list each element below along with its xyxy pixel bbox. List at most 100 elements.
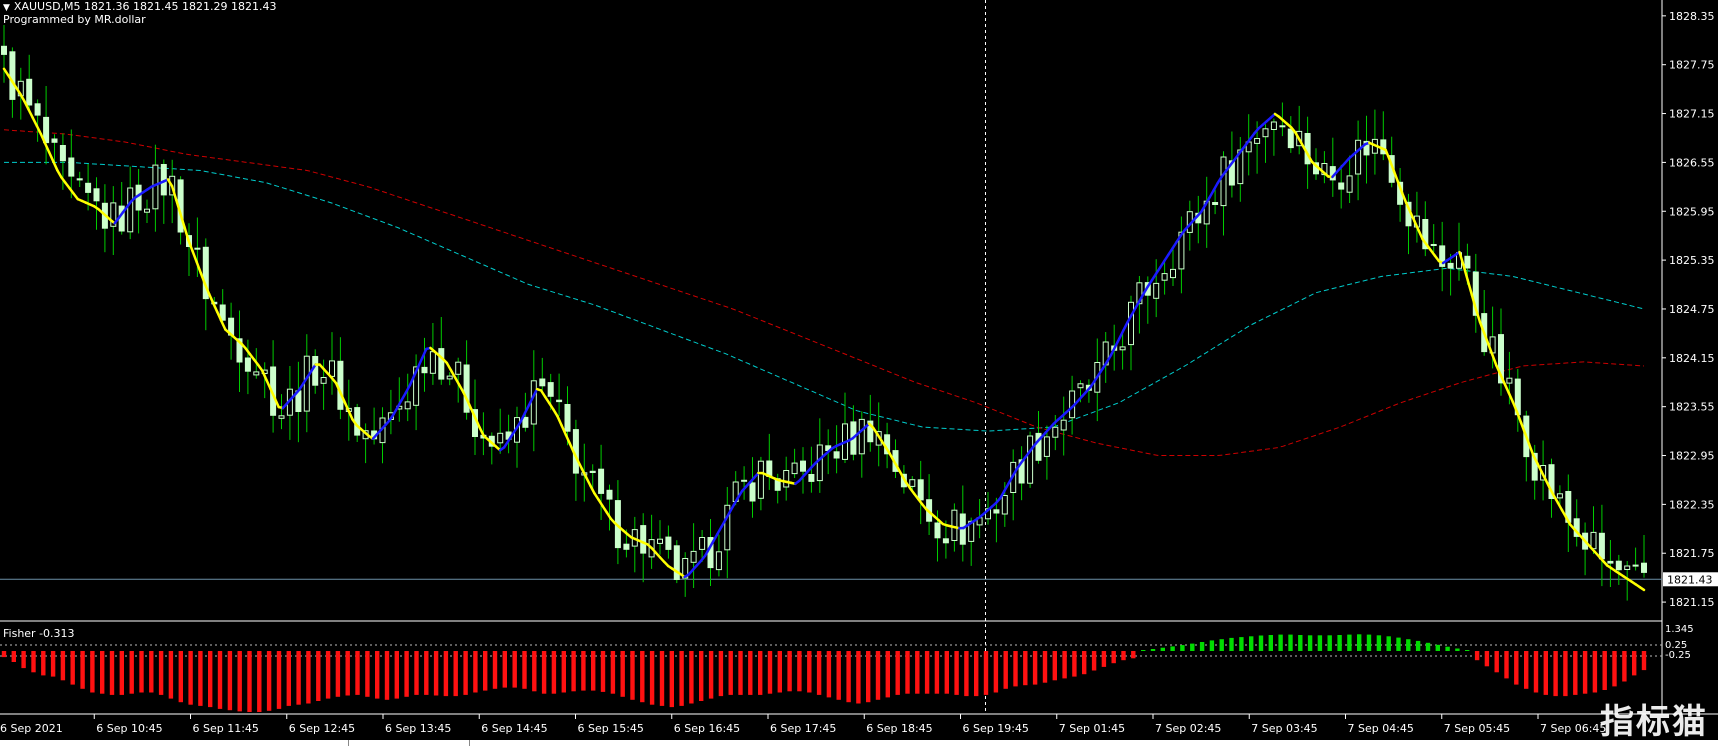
fisher-bar-negative bbox=[1543, 651, 1548, 695]
fisher-bar-negative bbox=[1602, 651, 1607, 690]
signal-down-segment bbox=[1384, 148, 1392, 162]
fisher-bar-negative bbox=[1573, 651, 1578, 695]
bear-candle bbox=[556, 399, 563, 403]
bull-candle bbox=[253, 371, 260, 376]
signal-down-segment bbox=[457, 383, 465, 394]
fisher-bar-negative bbox=[541, 651, 547, 694]
fisher-bar-negative bbox=[1032, 651, 1038, 685]
fisher-bar-positive bbox=[1258, 635, 1264, 651]
bear-candle bbox=[34, 103, 41, 116]
bull-candle bbox=[1220, 156, 1227, 207]
bear-candle bbox=[640, 525, 647, 554]
bull-candle bbox=[127, 187, 134, 233]
bull-candle bbox=[1346, 175, 1353, 193]
signal-down-segment bbox=[1466, 278, 1474, 296]
chart-tab[interactable] bbox=[348, 740, 470, 746]
fisher-bar-positive bbox=[1445, 646, 1450, 651]
bull-candle bbox=[1270, 121, 1277, 130]
fisher-bar-negative bbox=[70, 651, 75, 685]
bear-candle bbox=[1641, 562, 1647, 573]
fisher-bar-negative bbox=[355, 651, 360, 695]
fisher-bar-positive bbox=[1337, 635, 1342, 651]
time-tick-label: 6 Sep 17:45 bbox=[770, 722, 836, 735]
price-tick-label: 1827.75 bbox=[1669, 59, 1715, 72]
fisher-bar-negative bbox=[1514, 651, 1519, 685]
fisher-bar-negative bbox=[1121, 651, 1126, 661]
fisher-bar-negative bbox=[679, 651, 684, 706]
bear-candle bbox=[244, 357, 251, 372]
fisher-bar-negative bbox=[1524, 651, 1529, 689]
fisher-bar-negative bbox=[286, 651, 291, 706]
fisher-bar-negative bbox=[168, 651, 174, 699]
fisher-bar-negative bbox=[689, 651, 694, 704]
time-tick-label: 6 Sep 11:45 bbox=[193, 722, 259, 735]
signal-line bbox=[2, 67, 1646, 592]
fisher-bar-negative bbox=[905, 651, 910, 694]
fisher-bar-positive bbox=[1170, 646, 1175, 651]
fisher-bar-negative bbox=[80, 651, 85, 689]
signal-down-segment bbox=[207, 292, 215, 305]
signal-down-segment bbox=[1638, 585, 1646, 592]
fisher-bar-negative bbox=[394, 651, 399, 699]
bull-candle bbox=[144, 208, 150, 213]
bull-candle bbox=[1556, 493, 1563, 499]
fisher-bar-negative bbox=[139, 651, 144, 693]
fisher-bar-negative bbox=[826, 651, 832, 698]
bear-candle bbox=[564, 404, 571, 432]
fisher-bar-negative bbox=[227, 651, 233, 711]
price-chart[interactable]: 1821.43 1828.35 1827.75 1827.15 1826.55 1825.… bbox=[0, 0, 1718, 746]
signal-down-segment bbox=[47, 150, 55, 163]
fisher-bar-negative bbox=[836, 651, 841, 700]
fisher-bar-negative bbox=[345, 651, 350, 696]
fisher-bar-negative bbox=[158, 651, 164, 695]
bear-candle bbox=[421, 366, 428, 374]
bear-candle bbox=[1464, 255, 1471, 269]
bull-candle bbox=[791, 462, 798, 475]
fisher-bar-negative bbox=[551, 651, 557, 694]
fisher-bar-positive bbox=[1190, 643, 1195, 651]
fisher-bar-negative bbox=[1082, 651, 1087, 675]
fisher-bar-negative bbox=[463, 651, 468, 695]
signal-up-segment bbox=[1122, 321, 1129, 332]
fisher-bar-negative bbox=[649, 651, 655, 705]
fisher-bar-positive bbox=[1288, 634, 1293, 651]
bull-candle bbox=[278, 415, 285, 419]
bear-candle bbox=[606, 489, 613, 500]
fisher-bar-negative bbox=[502, 651, 507, 688]
fisher-tick-label: -0.25 bbox=[1665, 650, 1691, 661]
signal-down-segment bbox=[1527, 443, 1535, 457]
time-tick-label: 7 Sep 04:45 bbox=[1348, 722, 1414, 735]
fisher-bar-positive bbox=[1209, 640, 1215, 651]
fisher-bar-negative bbox=[433, 651, 439, 696]
bear-candle bbox=[68, 157, 75, 177]
fisher-bar-negative bbox=[600, 651, 606, 692]
bull-candle bbox=[690, 550, 697, 563]
fisher-bar-negative bbox=[512, 651, 517, 688]
bear-candle bbox=[598, 468, 605, 494]
time-tick-label: 6 Sep 13:45 bbox=[385, 722, 451, 735]
bear-candle bbox=[9, 51, 16, 100]
bear-candle bbox=[942, 538, 949, 544]
time-tick-label: 7 Sep 05:45 bbox=[1444, 722, 1510, 735]
fisher-bar-negative bbox=[522, 651, 527, 689]
fisher-bar-negative bbox=[885, 651, 890, 698]
fisher-bar-positive bbox=[1366, 634, 1372, 651]
time-tick-label: 7 Sep 01:45 bbox=[1059, 722, 1125, 735]
fisher-bar-positive bbox=[1229, 637, 1234, 651]
fisher-bar-negative bbox=[964, 651, 969, 697]
fisher-bar-negative bbox=[974, 651, 979, 697]
fisher-bar-negative bbox=[365, 651, 370, 697]
fisher-bar-negative bbox=[895, 651, 900, 695]
fisher-bar-negative bbox=[1062, 651, 1067, 679]
fisher-bar-positive bbox=[1376, 635, 1382, 651]
price-tick-label: 1824.75 bbox=[1669, 303, 1715, 316]
bear-candle bbox=[354, 407, 361, 436]
time-tick-label: 6 Sep 19:45 bbox=[963, 722, 1029, 735]
fisher-bar-negative bbox=[1052, 651, 1057, 681]
collapse-triangle-icon[interactable]: ▼ bbox=[3, 3, 10, 13]
fisher-bar-negative bbox=[178, 651, 183, 703]
fisher-bar-negative bbox=[924, 651, 930, 694]
fisher-bar-negative bbox=[21, 651, 26, 669]
bear-candle bbox=[1607, 560, 1614, 564]
fisher-bar-negative bbox=[748, 651, 753, 695]
